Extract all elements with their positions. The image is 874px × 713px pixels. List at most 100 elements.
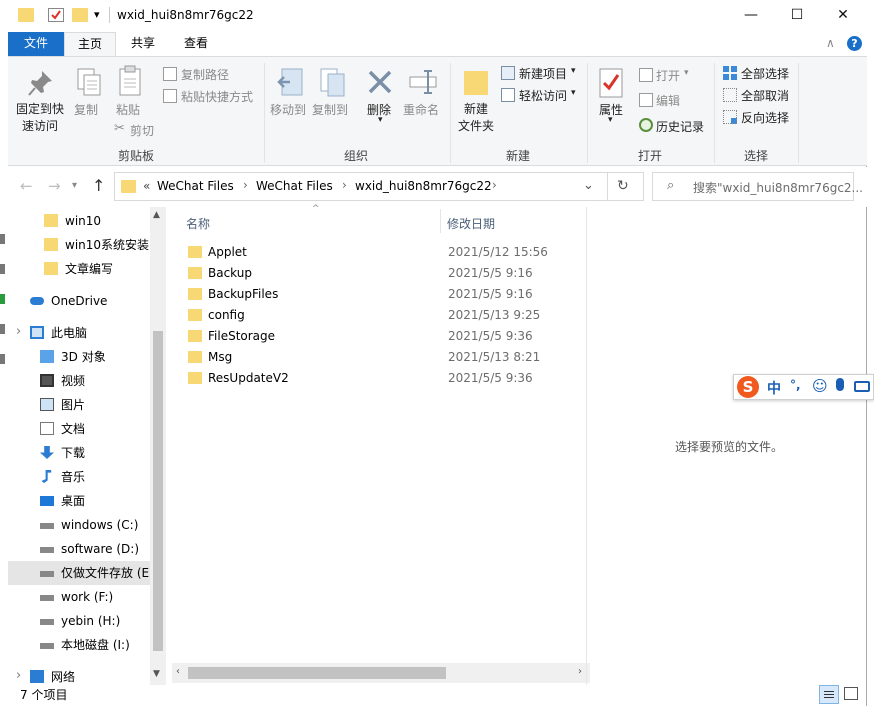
nav-item[interactable]: work (F:) (8, 585, 158, 609)
column-header-date[interactable]: 修改日期 (447, 215, 495, 232)
nav-scrollbar[interactable]: ▲ ▼ (150, 207, 166, 685)
ime-punctuation-toggle[interactable]: °, (790, 378, 801, 392)
copy-path-button[interactable]: 复制路径 (181, 66, 229, 83)
drive-icon (40, 595, 54, 601)
column-header-name[interactable]: 名称 (186, 215, 210, 232)
chevron-right-icon[interactable]: › (342, 178, 347, 192)
properties-dropdown-icon[interactable]: ▾ (608, 115, 613, 125)
file-row[interactable]: config 2021/5/13 9:25 (184, 305, 584, 326)
move-to-button[interactable]: 移动到 (270, 101, 306, 118)
tab-view[interactable]: 查看 (172, 32, 220, 56)
paste-shortcut-button[interactable]: 粘贴快捷方式 (181, 88, 253, 105)
new-folder-icon[interactable] (72, 8, 88, 22)
scroll-up-icon[interactable]: ▲ (153, 210, 160, 220)
history-dropdown-icon[interactable]: ▾ (72, 180, 77, 191)
easy-access-button[interactable]: 轻松访问 (519, 87, 567, 104)
nav-item[interactable]: 视频 (8, 369, 158, 393)
nav-item[interactable]: windows (C:) (8, 513, 158, 537)
nav-item[interactable]: 文档 (8, 417, 158, 441)
nav-item[interactable]: 桌面 (8, 489, 158, 513)
emoji-icon[interactable]: ☺ (812, 377, 828, 395)
open-dropdown-icon[interactable]: ▾ (684, 68, 689, 78)
tab-file[interactable]: 文件 (8, 32, 64, 56)
file-row[interactable]: BackupFiles 2021/5/5 9:16 (184, 284, 584, 305)
chevron-down-icon[interactable]: ⌄ (583, 178, 594, 193)
breadcrumb-segment[interactable]: WeChat Files (256, 179, 333, 193)
nav-item[interactable]: 本地磁盘 (I:) (8, 633, 158, 657)
select-all-button[interactable]: 全部选择 (741, 65, 789, 82)
paste-button[interactable]: 粘贴 (116, 101, 140, 118)
new-item-dropdown-icon[interactable]: ▾ (571, 66, 576, 76)
easy-access-dropdown-icon[interactable]: ▾ (571, 88, 576, 98)
nav-item[interactable]: 下载 (8, 441, 158, 465)
edit-button[interactable]: 编辑 (656, 92, 680, 109)
pin-quick-access-button[interactable]: 固定到快 速访问 (14, 101, 66, 135)
file-row[interactable]: ResUpdateV2 2021/5/5 9:36 (184, 368, 584, 389)
breadcrumb-segment[interactable]: WeChat Files (157, 179, 234, 193)
new-item-button[interactable]: 新建项目 (519, 65, 567, 82)
nav-item[interactable]: 此电脑 (8, 321, 158, 345)
nav-item[interactable]: 仅做文件存放 (E (8, 561, 158, 585)
details-view-icon[interactable] (819, 685, 839, 704)
ime-mode-toggle[interactable]: 中 (767, 378, 781, 398)
back-arrow-icon[interactable]: ← (20, 177, 33, 195)
scroll-left-icon[interactable]: ‹ (176, 666, 180, 677)
ime-toolbar[interactable]: S 中 °, ☺ (733, 374, 874, 400)
copy-to-button[interactable]: 复制到 (312, 101, 348, 118)
scroll-thumb[interactable] (188, 667, 446, 679)
file-row[interactable]: Msg 2021/5/13 8:21 (184, 347, 584, 368)
file-list-scrollbar[interactable]: ‹ › (172, 663, 590, 683)
chevron-right-icon[interactable]: › (243, 178, 248, 192)
nav-item[interactable]: win10系统安装 (8, 233, 158, 257)
column-divider[interactable] (440, 209, 441, 233)
nav-item[interactable]: 音乐 (8, 465, 158, 489)
refresh-icon[interactable]: ↻ (617, 178, 629, 194)
ribbon-separator (587, 63, 588, 163)
scroll-right-icon[interactable]: › (578, 666, 582, 677)
sogou-logo-icon[interactable]: S (737, 376, 759, 398)
expand-chevron-icon[interactable]: › (16, 324, 21, 339)
file-row[interactable]: Backup 2021/5/5 9:16 (184, 263, 584, 284)
help-icon[interactable]: ? (847, 36, 862, 51)
up-arrow-icon[interactable]: ↑ (92, 176, 105, 195)
search-box[interactable]: ⌕ 搜索"wxid_hui8n8mr76gc2... (652, 172, 863, 201)
minimize-button[interactable]: — (728, 0, 774, 30)
tab-home[interactable]: 主页 (64, 32, 116, 56)
rename-button[interactable]: 重命名 (403, 101, 439, 118)
organize-group-label: 组织 (343, 149, 368, 163)
invert-selection-button[interactable]: 反向选择 (741, 109, 789, 126)
expand-chevron-icon[interactable]: › (16, 668, 21, 683)
tab-share[interactable]: 共享 (120, 32, 166, 56)
history-button[interactable]: 历史记录 (656, 118, 704, 135)
nav-item[interactable]: 3D 对象 (8, 345, 158, 369)
forward-arrow-icon[interactable]: → (48, 177, 61, 195)
nav-item[interactable]: 图片 (8, 393, 158, 417)
collapse-ribbon-icon[interactable]: ∧ (826, 36, 835, 50)
chevron-right-icon[interactable]: › (492, 178, 497, 192)
address-overflow[interactable]: « (143, 179, 150, 193)
open-button[interactable]: 打开 (656, 67, 680, 84)
qat-dropdown-icon[interactable]: ▾ (94, 8, 100, 21)
select-none-button[interactable]: 全部取消 (741, 87, 789, 104)
microphone-icon[interactable] (836, 378, 844, 391)
file-row[interactable]: Applet 2021/5/12 15:56 (184, 242, 584, 263)
delete-dropdown-icon[interactable]: ▾ (378, 115, 383, 125)
nav-item[interactable]: OneDrive (8, 289, 158, 313)
new-folder-button[interactable]: 新建 文件夹 (454, 101, 498, 135)
large-icons-view-icon[interactable] (844, 687, 858, 700)
file-row[interactable]: FileStorage 2021/5/5 9:36 (184, 326, 584, 347)
address-bar[interactable]: « WeChat Files › WeChat Files › wxid_hui… (114, 172, 644, 201)
maximize-button[interactable]: ☐ (774, 0, 820, 30)
nav-item[interactable]: yebin (H:) (8, 609, 158, 633)
nav-item[interactable]: 文章编写 (8, 257, 158, 281)
breadcrumb-segment[interactable]: wxid_hui8n8mr76gc22 (355, 179, 492, 193)
scroll-thumb[interactable] (153, 331, 163, 651)
nav-item[interactable]: software (D:) (8, 537, 158, 561)
nav-item[interactable]: win10 (8, 209, 158, 233)
close-button[interactable]: ✕ (820, 0, 866, 30)
properties-check-icon[interactable] (48, 8, 64, 22)
scroll-down-icon[interactable]: ▼ (153, 669, 160, 679)
keyboard-icon[interactable] (854, 381, 870, 392)
cut-button[interactable]: 剪切 (130, 122, 154, 139)
copy-button[interactable]: 复制 (74, 101, 98, 118)
